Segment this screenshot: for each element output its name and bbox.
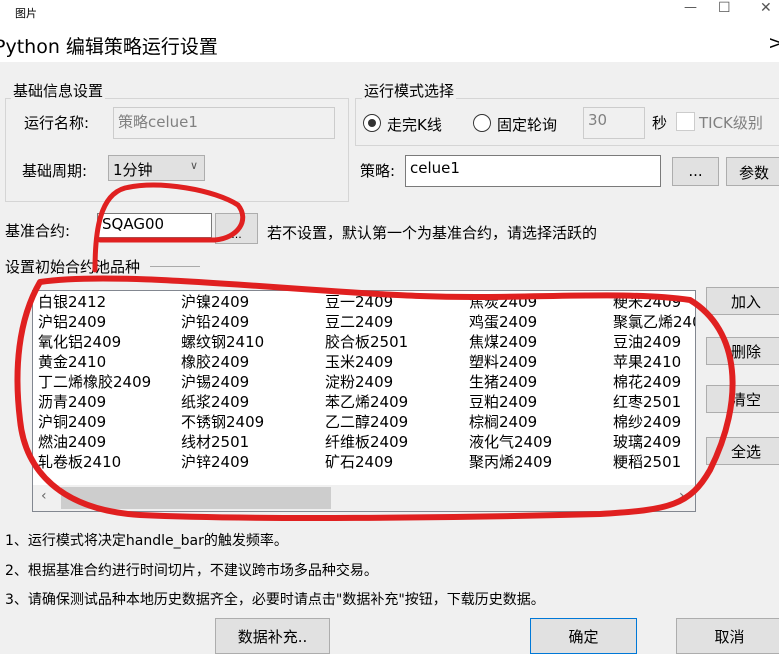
list-item[interactable]: 白银2412	[38, 291, 106, 312]
data-supplement-button[interactable]: 数据补充..	[215, 618, 330, 654]
scroll-right-icon[interactable]: ›	[679, 488, 685, 504]
radio-fixed-poll[interactable]	[473, 114, 491, 132]
chevron-down-icon: ∨	[189, 159, 198, 172]
list-item[interactable]: 生猪2409	[469, 371, 537, 392]
list-item[interactable]: 沪锌2409	[181, 451, 249, 472]
cancel-button[interactable]: 取消	[676, 618, 779, 654]
list-item[interactable]: 淀粉2409	[325, 371, 393, 392]
list-item[interactable]: 豆油2409	[613, 331, 681, 352]
scroll-left-icon[interactable]: ‹	[41, 488, 47, 504]
list-item[interactable]: 黄金2410	[38, 351, 106, 372]
benchmark-input[interactable]: SQAG00	[97, 213, 212, 238]
period-label: 基础周期:	[22, 162, 88, 180]
run-name-label: 运行名称:	[24, 114, 90, 132]
radio-fixed-poll-label: 固定轮询	[497, 116, 558, 134]
basic-info-group-label: 基础信息设置	[11, 80, 106, 101]
list-item[interactable]: 纸浆2409	[181, 391, 249, 412]
run-mode-group-label: 运行模式选择	[362, 80, 457, 101]
list-item[interactable]: 苯乙烯2409	[325, 391, 408, 412]
list-item[interactable]: 轧卷板2410	[38, 451, 121, 472]
list-item[interactable]: 线材2501	[181, 431, 249, 452]
tick-label: TICK级别	[699, 114, 763, 132]
strategy-browse-button[interactable]: ...	[672, 157, 719, 186]
period-select[interactable]: 1分钟 ∨	[108, 155, 205, 181]
list-item[interactable]: 粳稻2501	[613, 451, 681, 472]
list-item[interactable]: 玉米2409	[325, 351, 393, 372]
strategy-label: 策略:	[360, 162, 396, 180]
dialog-title: Python 编辑策略运行设置	[0, 36, 218, 58]
run-name-input[interactable]: 策略celue1	[113, 107, 335, 139]
benchmark-hint: 若不设置，默认第一个为基准合约，请选择活跃的	[267, 224, 598, 242]
list-item[interactable]: 苹果2410	[613, 351, 681, 372]
list-item[interactable]: 沪铜2409	[38, 411, 106, 432]
window-caption: 图片	[15, 7, 37, 20]
ok-button[interactable]: 确定	[530, 618, 637, 654]
list-item[interactable]: 焦煤2409	[469, 331, 537, 352]
add-button[interactable]: 加入	[706, 287, 779, 315]
list-item[interactable]: 聚氯乙烯2409	[613, 311, 695, 332]
list-item[interactable]: 螺纹钢2410	[181, 331, 264, 352]
pool-label: 设置初始合约池品种	[5, 258, 141, 276]
list-item[interactable]: 塑料2409	[469, 351, 537, 372]
list-item[interactable]: 焦炭2409	[469, 291, 537, 312]
list-item[interactable]: 沪铝2409	[38, 311, 106, 332]
note-2: 2、根据基准合约进行时间切片，不建议跨市场多品种交易。	[5, 563, 378, 579]
minimize-button[interactable]: —	[684, 0, 697, 15]
list-item[interactable]: 棕榈2409	[469, 411, 537, 432]
maximize-button[interactable]: ☐	[718, 0, 731, 16]
list-item[interactable]: 纤维板2409	[325, 431, 408, 452]
list-item[interactable]: 玻璃2409	[613, 431, 681, 452]
radio-bar-complete-label: 走完K线	[387, 116, 442, 134]
list-item[interactable]: 液化气2409	[469, 431, 552, 452]
list-item[interactable]: 沪镍2409	[181, 291, 249, 312]
list-item[interactable]: 燃油2409	[38, 431, 106, 452]
scrollbar-thumb[interactable]	[61, 487, 331, 509]
list-item[interactable]: 胶合板2501	[325, 331, 408, 352]
list-item[interactable]: 沥青2409	[38, 391, 106, 412]
close-button[interactable]: ✕	[760, 0, 772, 16]
tick-checkbox[interactable]	[676, 112, 695, 131]
list-item[interactable]: 聚丙烯2409	[469, 451, 552, 472]
list-item[interactable]: 棉花2409	[613, 371, 681, 392]
list-item[interactable]: 沪锡2409	[181, 371, 249, 392]
contract-pool-list[interactable]: 白银2412 沪铝2409 氧化铝2409 黄金2410 丁二烯橡胶2409 沥青2409…	[32, 290, 696, 512]
benchmark-browse-button[interactable]: ...	[215, 213, 258, 244]
list-item[interactable]: 矿石2409	[325, 451, 393, 472]
list-item[interactable]: 粳米2409	[613, 291, 681, 312]
list-item[interactable]: 棉纱2409	[613, 411, 681, 432]
list-item[interactable]: 橡胶2409	[181, 351, 249, 372]
note-3: 3、请确保测试品种本地历史数据齐全，必要时请点击"数据补充"按钮，下载历史数据。	[5, 592, 545, 608]
horizontal-scrollbar[interactable]: ‹ ›	[33, 485, 695, 511]
list-item[interactable]: 豆粕2409	[469, 391, 537, 412]
list-item[interactable]: 豆一2409	[325, 291, 393, 312]
seconds-label: 秒	[652, 114, 668, 132]
list-item[interactable]: 丁二烯橡胶2409	[38, 371, 151, 392]
period-value: 1分钟	[113, 161, 153, 179]
dialog-close-icon[interactable]: >	[768, 32, 779, 54]
list-item[interactable]: 鸡蛋2409	[469, 311, 537, 332]
list-item[interactable]: 乙二醇2409	[325, 411, 408, 432]
radio-bar-complete[interactable]	[363, 114, 381, 132]
strategy-input[interactable]: celue1	[405, 155, 661, 187]
pool-divider	[150, 266, 200, 267]
list-item[interactable]: 不锈钢2409	[181, 411, 264, 432]
params-button[interactable]: 参数	[726, 157, 779, 186]
remove-button[interactable]: 删除	[706, 337, 779, 365]
note-1: 1、运行模式将决定handle_bar的触发频率。	[5, 533, 288, 549]
clear-button[interactable]: 清空	[706, 385, 779, 413]
list-item[interactable]: 红枣2501	[613, 391, 681, 412]
list-item[interactable]: 氧化铝2409	[38, 331, 121, 352]
list-item[interactable]: 沪铅2409	[181, 311, 249, 332]
interval-input[interactable]: 30	[583, 107, 645, 139]
list-item[interactable]: 豆二2409	[325, 311, 393, 332]
benchmark-label: 基准合约:	[5, 222, 71, 240]
select-all-button[interactable]: 全选	[706, 437, 779, 465]
